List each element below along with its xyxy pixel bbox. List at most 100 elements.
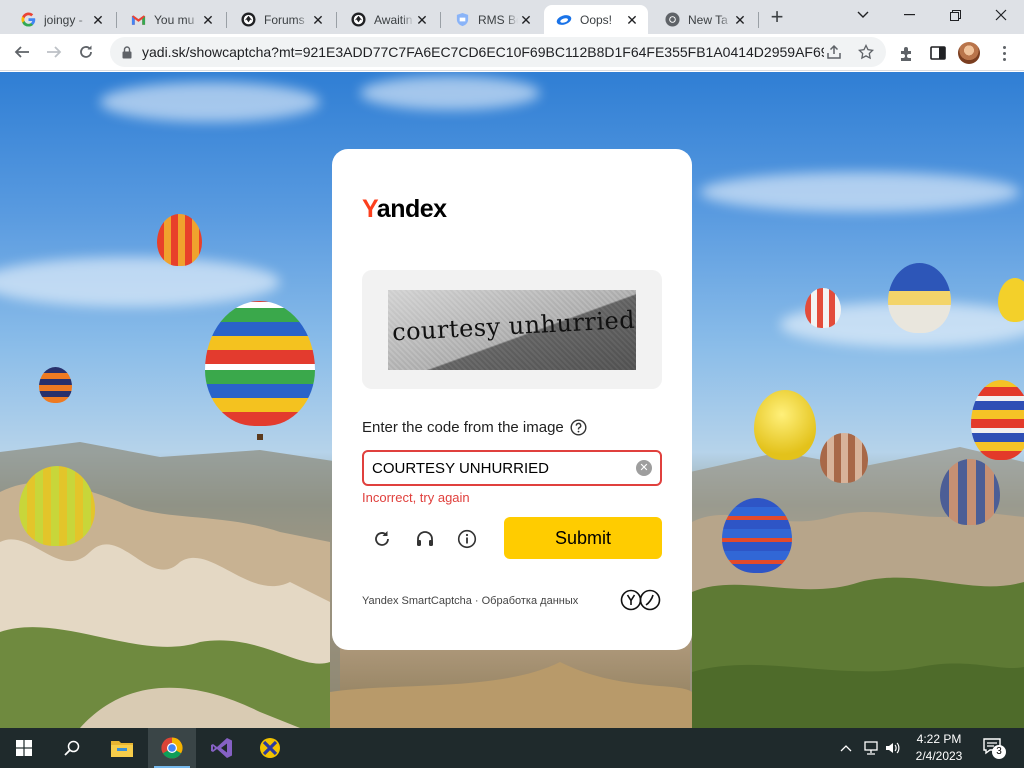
close-tab-icon[interactable]: ✕ xyxy=(310,12,326,28)
tab-title: Awaitin xyxy=(374,12,413,27)
chevron-up-icon xyxy=(840,745,852,752)
tab-title: Forums xyxy=(264,12,305,27)
yandex-logo: Yandex xyxy=(362,195,447,224)
menu-icon[interactable] xyxy=(994,43,1014,63)
taskbar-xcom-app[interactable] xyxy=(246,728,294,768)
balloon xyxy=(754,390,816,460)
cloud xyxy=(360,76,540,110)
balloon-basket xyxy=(257,434,263,440)
balloon xyxy=(722,498,792,573)
taskbar-clock[interactable]: 4:22 PM 2/4/2023 xyxy=(906,731,972,765)
balloon xyxy=(998,278,1024,322)
windows-icon xyxy=(16,740,32,756)
refresh-icon xyxy=(375,531,389,546)
forum-icon xyxy=(350,12,366,28)
close-tab-icon[interactable]: ✕ xyxy=(90,12,106,28)
tab-oops[interactable]: Oops! ✕ xyxy=(544,5,648,34)
reload-icon xyxy=(80,45,92,58)
close-tab-icon[interactable]: ✕ xyxy=(200,12,216,28)
audio-captcha-button[interactable] xyxy=(411,525,439,553)
tab-title: Oops! xyxy=(580,12,613,27)
show-hidden-icons-button[interactable] xyxy=(838,738,854,758)
taskbar-chrome[interactable] xyxy=(148,728,196,768)
volume-icon[interactable] xyxy=(884,738,902,758)
gmail-icon xyxy=(130,12,146,28)
xcom-app-icon xyxy=(260,738,280,758)
balloon xyxy=(157,214,202,266)
minimize-icon xyxy=(903,14,915,16)
close-tab-icon[interactable]: ✕ xyxy=(414,12,430,28)
reload-button[interactable] xyxy=(72,38,100,66)
refresh-captcha-button[interactable] xyxy=(368,525,396,553)
taskbar-visual-studio[interactable] xyxy=(198,728,246,768)
network-icon[interactable] xyxy=(862,738,880,758)
cloud xyxy=(0,257,280,307)
close-icon xyxy=(995,9,1007,21)
windows-taskbar: 4:22 PM 2/4/2023 3 xyxy=(0,728,1024,768)
tab-rms[interactable]: RMS Bo ✕ xyxy=(442,5,542,34)
info-icon xyxy=(457,529,477,549)
smartcaptcha-footer-link[interactable]: Yandex SmartCaptcha · Обработка данных xyxy=(362,595,578,607)
extensions-icon[interactable] xyxy=(896,43,916,63)
forum-icon xyxy=(240,12,256,28)
captcha-code-input[interactable] xyxy=(362,450,662,486)
tab-forums[interactable]: Forums ✕ xyxy=(228,5,334,34)
back-button[interactable] xyxy=(8,38,36,66)
taskbar-search-button[interactable] xyxy=(48,728,96,768)
question-circle-icon[interactable] xyxy=(570,419,587,436)
bookmark-star-icon[interactable] xyxy=(858,44,874,60)
taskbar-file-explorer[interactable] xyxy=(98,728,146,768)
captcha-prompt: Enter the code from the image xyxy=(362,419,587,436)
chrome-icon xyxy=(161,737,183,759)
visual-studio-icon xyxy=(211,738,232,758)
lock-icon[interactable] xyxy=(120,45,134,59)
captcha-image-container: courtesy unhurried xyxy=(362,270,662,389)
balloon xyxy=(940,459,1000,525)
close-tab-icon[interactable]: ✕ xyxy=(624,12,640,28)
tab-divider xyxy=(116,12,117,28)
tab-title: RMS Bo xyxy=(478,12,518,27)
balloon xyxy=(205,301,315,426)
tab-divider xyxy=(758,12,759,28)
profile-avatar[interactable] xyxy=(958,42,980,64)
yandex-disk-icon xyxy=(556,12,572,28)
notification-count-badge: 3 xyxy=(992,745,1006,759)
clear-input-icon[interactable]: ✕ xyxy=(636,460,652,476)
address-bar[interactable]: yadi.sk/showcaptcha?mt=921E3ADD77C7FA6EC… xyxy=(110,37,886,67)
browser-toolbar: yadi.sk/showcaptcha?mt=921E3ADD77C7FA6EC… xyxy=(0,34,1024,71)
share-icon[interactable] xyxy=(826,44,842,60)
tab-gmail[interactable]: You mu ✕ xyxy=(118,5,224,34)
tab-title: New Ta xyxy=(688,12,728,27)
close-tab-icon[interactable]: ✕ xyxy=(518,12,534,28)
tab-divider xyxy=(440,12,441,28)
chrome-icon xyxy=(664,12,680,28)
balloon xyxy=(805,288,841,328)
file-explorer-icon xyxy=(111,741,133,757)
action-center-button[interactable]: 3 xyxy=(982,736,1006,760)
tab-new-tab[interactable]: New Ta ✕ xyxy=(652,5,756,34)
captcha-image: courtesy unhurried xyxy=(388,290,636,370)
new-tab-button[interactable]: + xyxy=(764,6,790,28)
minimize-button[interactable] xyxy=(886,0,932,30)
restore-icon xyxy=(949,9,961,21)
side-panel-icon[interactable] xyxy=(928,43,948,63)
captcha-card: Yandex courtesy unhurried Enter the code… xyxy=(332,149,692,650)
cloud xyxy=(700,172,1020,212)
cloud xyxy=(100,82,320,122)
arrow-left-icon xyxy=(14,46,29,58)
error-message: Incorrect, try again xyxy=(362,490,470,505)
balloon xyxy=(39,367,72,403)
start-button[interactable] xyxy=(0,728,48,768)
submit-button[interactable]: Submit xyxy=(504,517,662,559)
smartcaptcha-logo-icon xyxy=(620,589,664,611)
tab-awaiting[interactable]: Awaitin ✕ xyxy=(338,5,438,34)
tab-title: joingy - xyxy=(44,12,83,27)
close-tab-icon[interactable]: ✕ xyxy=(732,12,748,28)
close-window-button[interactable] xyxy=(978,0,1024,30)
restore-button[interactable] xyxy=(932,0,978,30)
prompt-text: Enter the code from the image xyxy=(362,419,564,436)
tab-joingy[interactable]: joingy - ✕ xyxy=(8,5,114,34)
forward-button[interactable] xyxy=(40,38,68,66)
tab-search-button[interactable] xyxy=(840,0,886,30)
captcha-info-button[interactable] xyxy=(453,525,481,553)
